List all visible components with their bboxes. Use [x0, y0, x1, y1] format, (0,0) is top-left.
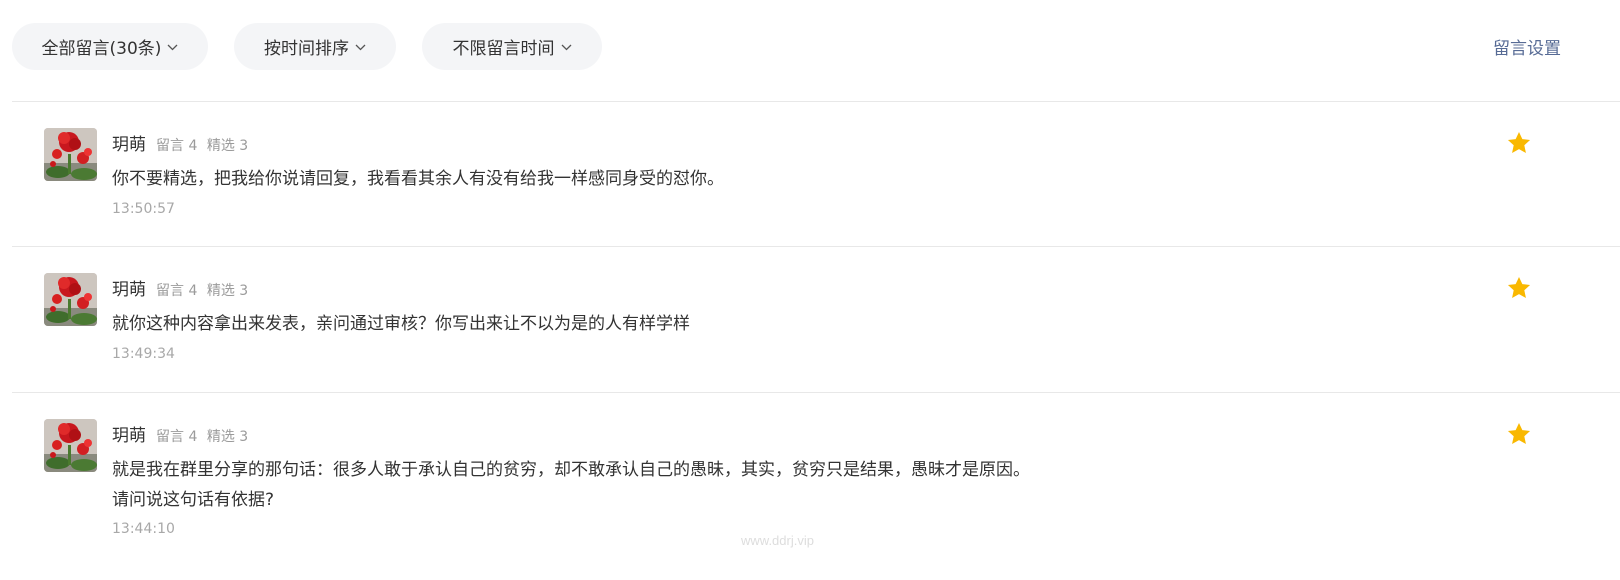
- featured-count-label: 精选: [206, 138, 235, 154]
- comment-text-line: 就是我在群里分享的那句话：很多人敢于承认自己的贫穷，却不敢承认自己的愚昧，其实，…: [112, 460, 1030, 480]
- commenter-name[interactable]: 玥萌: [112, 421, 146, 446]
- comment-header: 玥萌 留言 4 精选 3: [112, 421, 248, 446]
- comment-item: 玥萌 留言 4 精选 3 就你这种内容拿出来发表，亲问通过审核？你写出来让不以为…: [12, 247, 1620, 393]
- comment-header: 玥萌 留言 4 精选 3: [112, 275, 248, 300]
- filter-sort-label: 按时间排序: [264, 39, 349, 59]
- featured-count: 3: [239, 429, 249, 445]
- comment-text: 你不要精选，把我给你说请回复，我看看其余人有没有给我一样感同身受的怼你。: [112, 164, 724, 194]
- comment-settings-link[interactable]: 留言设置: [1493, 34, 1561, 59]
- comment-text-line: 你不要精选，把我给你说请回复，我看看其余人有没有给我一样感同身受的怼你。: [112, 169, 724, 189]
- star-icon[interactable]: [1506, 421, 1532, 447]
- comment-count: 4: [188, 138, 198, 154]
- watermark: www.ddrj.vip: [741, 533, 814, 548]
- commenter-name[interactable]: 玥萌: [112, 130, 146, 155]
- chevron-down-icon: [355, 43, 366, 51]
- filter-all-comments[interactable]: 全部留言(30条): [12, 23, 208, 70]
- comment-item: 玥萌 留言 4 精选 3 你不要精选，把我给你说请回复，我看看其余人有没有给我一…: [12, 102, 1620, 247]
- commenter-stats: 留言 4 精选 3: [156, 280, 248, 300]
- commenter-stats: 留言 4 精选 3: [156, 135, 248, 155]
- comment-header: 玥萌 留言 4 精选 3: [112, 130, 248, 155]
- comment-text-line: 请问说这句话有依据?: [112, 490, 275, 510]
- comment-item: 玥萌 留言 4 精选 3 就是我在群里分享的那句话：很多人敢于承认自己的贫穷，却…: [12, 393, 1620, 580]
- filter-time-label: 不限留言时间: [452, 39, 555, 59]
- featured-count: 3: [239, 283, 249, 299]
- chevron-down-icon: [561, 43, 572, 51]
- filter-all-label: 全部留言(30条): [41, 39, 162, 59]
- comment-text-line: 就你这种内容拿出来发表，亲问通过审核？你写出来让不以为是的人有样学样: [112, 314, 690, 334]
- comment-count-label: 留言: [156, 138, 184, 154]
- comment-count: 4: [188, 429, 198, 445]
- star-icon[interactable]: [1506, 130, 1532, 156]
- chevron-down-icon: [167, 43, 178, 51]
- comment-time: 13:50:57: [112, 201, 175, 217]
- comment-time: 13:44:10: [112, 521, 175, 537]
- comment-text: 就你这种内容拿出来发表，亲问通过审核？你写出来让不以为是的人有样学样: [112, 309, 690, 339]
- comment-count-label: 留言: [156, 283, 184, 299]
- comment-time: 13:49:34: [112, 346, 175, 362]
- avatar[interactable]: [44, 273, 97, 326]
- featured-count-label: 精选: [206, 429, 235, 445]
- filter-time-range[interactable]: 不限留言时间: [422, 23, 602, 70]
- featured-count: 3: [239, 138, 249, 154]
- commenter-name[interactable]: 玥萌: [112, 275, 146, 300]
- commenter-stats: 留言 4 精选 3: [156, 426, 248, 446]
- filter-sort[interactable]: 按时间排序: [234, 23, 396, 70]
- filter-bar: 全部留言(30条) 按时间排序 不限留言时间 留言设置: [0, 0, 1620, 102]
- star-icon[interactable]: [1506, 275, 1532, 301]
- avatar[interactable]: [44, 419, 97, 472]
- featured-count-label: 精选: [206, 283, 235, 299]
- avatar[interactable]: [44, 128, 97, 181]
- comment-count-label: 留言: [156, 429, 184, 445]
- comment-count: 4: [188, 283, 198, 299]
- comment-text: 就是我在群里分享的那句话：很多人敢于承认自己的贫穷，却不敢承认自己的愚昧，其实，…: [112, 455, 1030, 515]
